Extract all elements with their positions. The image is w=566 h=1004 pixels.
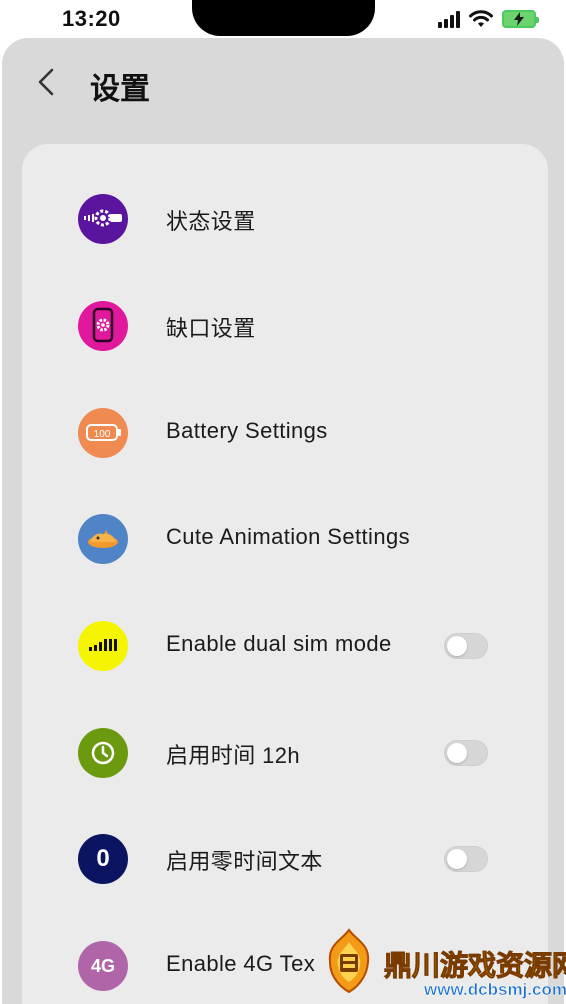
settings-row-status[interactable]: 状态设置	[22, 174, 548, 264]
settings-row-battery[interactable]: 100 Battery Settings	[22, 388, 548, 478]
settings-row-zero-time-text[interactable]: 0 启用零时间文本	[22, 814, 548, 904]
settings-label: 缺口设置	[166, 316, 256, 341]
clock-icon	[78, 728, 128, 778]
settings-row-cute-animation[interactable]: Cute Animation Settings	[22, 494, 548, 584]
battery-icon: 100	[78, 408, 128, 458]
battery-icon-text: 100	[94, 429, 111, 440]
phone-frame: 13:20 设置 状态设置 缺口设置 100 Battery Settings …	[0, 0, 566, 1004]
settings-card: 状态设置 缺口设置 100 Battery Settings Cute Anim…	[22, 144, 548, 1004]
chevron-left-icon[interactable]	[32, 64, 62, 100]
settings-label: 状态设置	[166, 209, 256, 234]
watermark-logo	[328, 928, 370, 994]
phone-gear-icon	[78, 301, 128, 351]
settings-row-time-12h[interactable]: 启用时间 12h	[22, 708, 548, 798]
settings-label: 启用时间 12h	[166, 743, 301, 768]
notch	[192, 0, 375, 36]
toggle-knob	[447, 636, 467, 656]
settings-label: Enable dual sim mode	[166, 631, 392, 656]
status-bar: 13:20	[0, 0, 566, 40]
settings-row-notch[interactable]: 缺口设置	[22, 281, 548, 371]
4g-icon-text: 4G	[90, 955, 115, 976]
status-time: 13:20	[62, 6, 121, 31]
settings-label: Battery Settings	[166, 418, 328, 443]
zero-time-text-toggle[interactable]	[444, 846, 488, 872]
watermark-url: www.dcbsmj.com	[424, 980, 566, 1000]
settings-label: 启用零时间文本	[166, 849, 323, 874]
toggle-knob	[447, 849, 467, 869]
status-icons	[438, 8, 539, 30]
page-title: 设置	[90, 73, 150, 106]
app-screen: 设置 状态设置 缺口设置 100 Battery Settings Cute A…	[2, 38, 564, 1004]
settings-row-dual-sim[interactable]: Enable dual sim mode	[22, 601, 548, 691]
cute-animation-icon	[78, 514, 128, 564]
time-12h-toggle[interactable]	[444, 740, 488, 766]
4g-icon: 4G	[78, 941, 128, 991]
signal-icon	[438, 10, 460, 28]
toggle-knob	[447, 743, 467, 763]
dual-sim-toggle[interactable]	[444, 633, 488, 659]
status-bar-gear-icon	[78, 194, 128, 244]
battery-charging-icon	[502, 10, 539, 28]
watermark-title: 鼎川游戏资源网	[383, 950, 566, 982]
watermark: 鼎川游戏资源网 www.dcbsmj.com	[318, 922, 566, 1004]
zero-icon-text: 0	[96, 845, 110, 872]
settings-label: Enable 4G Tex	[166, 951, 316, 976]
app-header: 设置	[2, 38, 564, 128]
zero-icon: 0	[78, 834, 128, 884]
settings-label: Cute Animation Settings	[166, 524, 411, 549]
wifi-icon	[469, 10, 493, 27]
dual-sim-signal-icon	[78, 621, 128, 671]
